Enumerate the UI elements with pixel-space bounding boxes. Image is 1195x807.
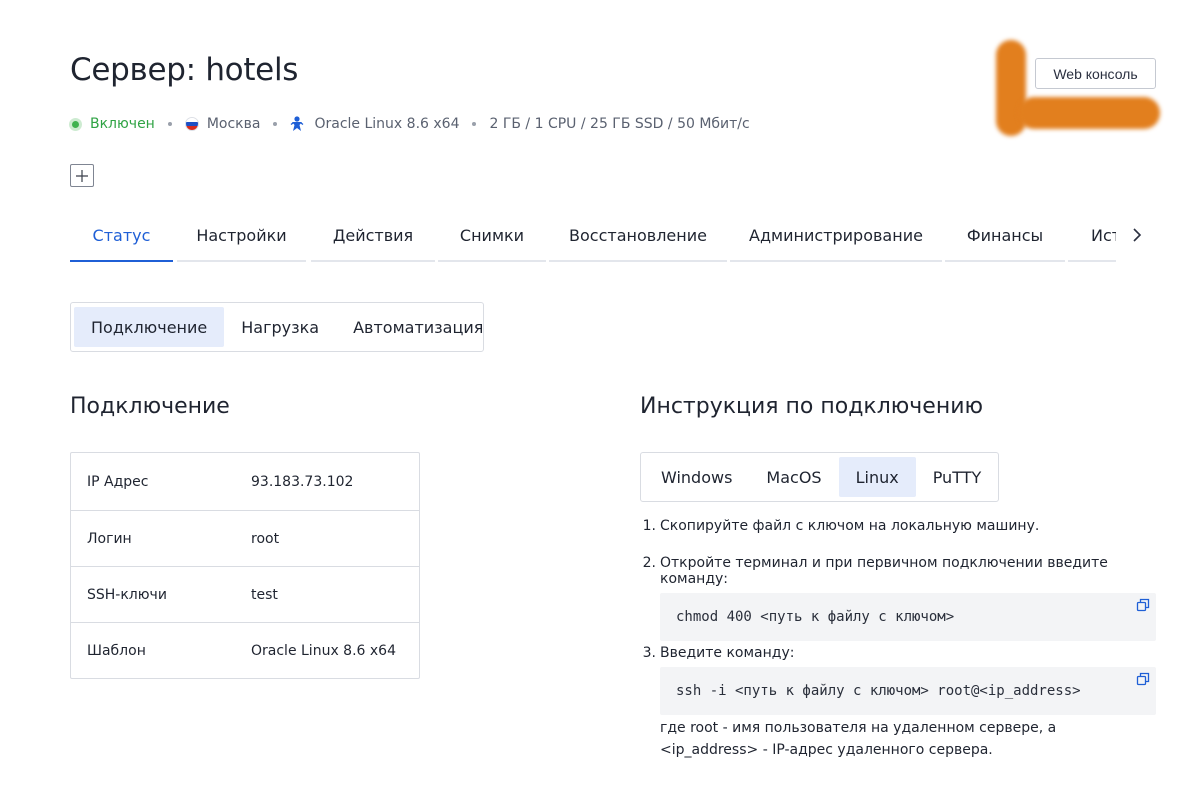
specs-text: 2 ГБ / 1 CPU / 25 ГБ SSD / 50 Мбит/с <box>489 116 750 132</box>
instructions-heading: Инструкция по подключению <box>640 394 984 419</box>
row-key: IP Адрес <box>87 473 149 490</box>
copy-icon[interactable] <box>1136 672 1150 686</box>
tab-actions[interactable]: Действия <box>311 214 435 262</box>
instruction-note: где root - имя пользователя на удаленном… <box>660 720 1057 758</box>
tab-restore[interactable]: Восстановление <box>549 214 727 262</box>
tab-status[interactable]: Статус <box>70 214 173 262</box>
list-item: 1. Скопируйте файл с ключом на локальную… <box>640 518 1156 555</box>
code-text: ssh -i <путь к файлу с ключом> root@<ip_… <box>676 683 1081 699</box>
row-value: test <box>251 586 278 603</box>
page-title: Сервер: hotels <box>70 52 299 88</box>
step-number: 3. <box>642 645 656 661</box>
instruction-steps: 1. Скопируйте файл с ключом на локальную… <box>640 518 1156 761</box>
separator-dot <box>472 122 477 126</box>
copy-icon[interactable] <box>1136 598 1150 612</box>
step-text: Скопируйте файл с ключом на локальную ма… <box>660 518 1040 534</box>
row-value: 93.183.73.102 <box>251 473 354 490</box>
tab-settings[interactable]: Настройки <box>177 214 306 262</box>
os-text: Oracle Linux 8.6 x64 <box>314 116 460 132</box>
os-tab-windows[interactable]: Windows <box>644 457 749 497</box>
add-button[interactable] <box>70 164 94 187</box>
status-indicator-icon <box>70 118 81 130</box>
code-text: chmod 400 <путь к файлу с ключом> <box>676 609 955 625</box>
table-row: SSH-ключи test <box>71 566 419 622</box>
tab-snapshots[interactable]: Снимки <box>438 214 546 262</box>
server-meta: Включен Москва Oracle Linux 8.6 x64 2 ГБ… <box>70 116 750 132</box>
os-tab-macos[interactable]: MacOS <box>749 457 838 497</box>
row-value: root <box>251 530 280 547</box>
list-item: 2. Откройте терминал и при первичном под… <box>640 555 1156 645</box>
status-text: Включен <box>90 116 155 132</box>
connection-table: IP Адрес 93.183.73.102 Логин root SSH-кл… <box>70 452 420 679</box>
subtab-connection[interactable]: Подключение <box>74 307 225 347</box>
russia-flag-icon <box>184 117 199 131</box>
code-block: chmod 400 <путь к файлу с ключом> <box>660 593 1156 641</box>
plus-icon <box>76 169 88 182</box>
subtab-load[interactable]: Нагрузка <box>224 307 336 347</box>
location-text: Москва <box>206 116 261 132</box>
tab-finance[interactable]: Финансы <box>945 214 1065 262</box>
tab-history[interactable]: История <box>1068 214 1116 262</box>
redaction-mark <box>1018 97 1160 129</box>
tabs-scroll-right-button[interactable] <box>1126 223 1148 247</box>
step-text: Введите команду: <box>660 645 795 661</box>
table-row: IP Адрес 93.183.73.102 <box>71 453 419 510</box>
os-tab-putty[interactable]: PuTTY <box>916 457 999 497</box>
table-row: Логин root <box>71 510 419 566</box>
separator-dot <box>167 122 172 126</box>
tab-administration[interactable]: Администрирование <box>730 214 942 262</box>
table-row: Шаблон Oracle Linux 8.6 x64 <box>71 622 419 678</box>
code-block: ssh -i <путь к файлу с ключом> root@<ip_… <box>660 667 1156 715</box>
os-tab-linux[interactable]: Linux <box>838 457 916 497</box>
row-key: SSH-ключи <box>87 586 167 603</box>
status-subtabs: Подключение Нагрузка Автоматизация <box>70 302 484 352</box>
row-key: Логин <box>87 530 132 547</box>
oracle-linux-icon <box>290 116 304 132</box>
step-number: 1. <box>642 518 656 534</box>
list-item: 3. Введите команду: ssh -i <путь к файлу… <box>640 645 1156 761</box>
subtab-automation[interactable]: Автоматизация <box>336 307 500 347</box>
connection-heading: Подключение <box>70 394 230 419</box>
row-key: Шаблон <box>87 642 146 659</box>
row-value: Oracle Linux 8.6 x64 <box>251 642 396 659</box>
chevron-right-icon <box>1133 228 1142 242</box>
step-text: Откройте терминал и при первичном подклю… <box>660 555 1108 587</box>
main-tabs: Статус Настройки Действия Снимки Восстан… <box>70 214 1116 262</box>
web-console-button[interactable]: Web консоль <box>1035 58 1156 89</box>
separator-dot <box>273 122 278 126</box>
os-tabs: Windows MacOS Linux PuTTY <box>640 452 999 502</box>
step-number: 2. <box>642 555 656 571</box>
